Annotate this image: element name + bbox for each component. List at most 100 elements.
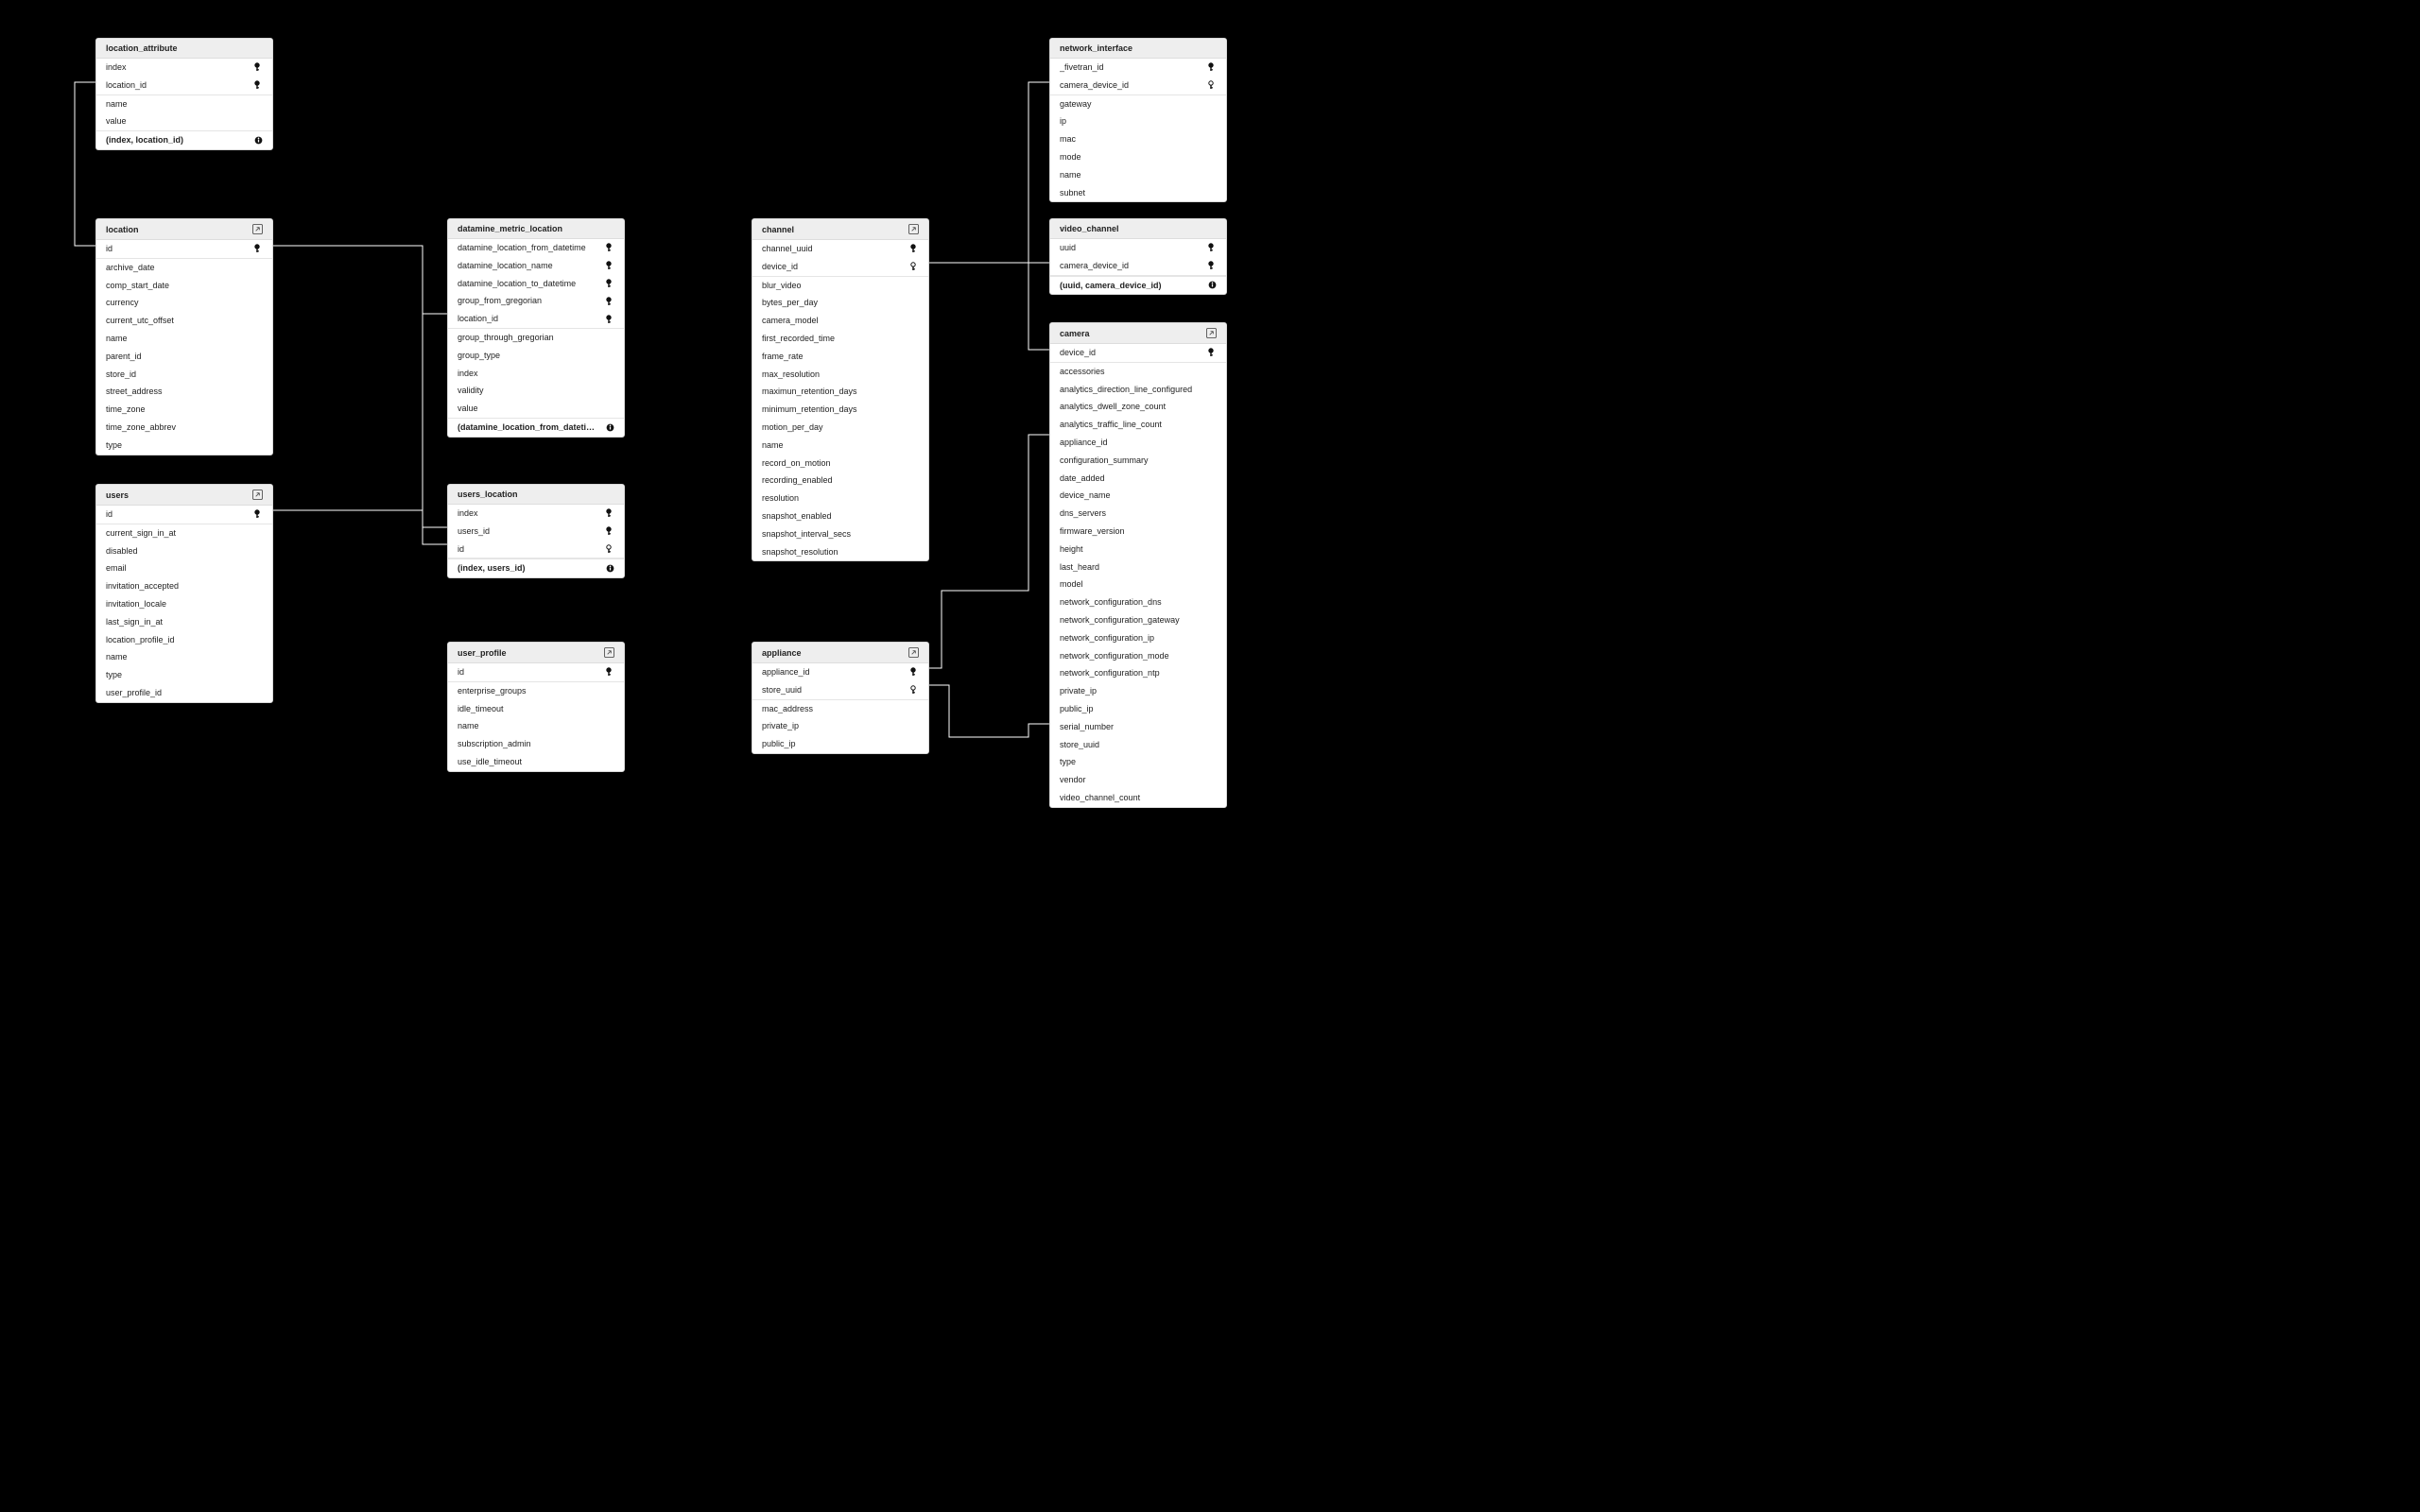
- column-row[interactable]: location_profile_id: [96, 631, 272, 649]
- column-row[interactable]: index: [96, 59, 272, 77]
- column-row[interactable]: time_zone_abbrev: [96, 419, 272, 437]
- column-row[interactable]: bytes_per_day: [752, 294, 928, 312]
- column-row[interactable]: last_heard: [1050, 558, 1226, 576]
- column-row[interactable]: network_configuration_gateway: [1050, 611, 1226, 629]
- column-row[interactable]: model: [1050, 576, 1226, 593]
- table-network_interface[interactable]: network_interface_fivetran_id camera_dev…: [1049, 38, 1227, 202]
- column-row[interactable]: id: [96, 240, 272, 259]
- column-row[interactable]: camera_device_id: [1050, 257, 1226, 276]
- column-row[interactable]: group_from_gregorian: [448, 292, 624, 310]
- column-row[interactable]: configuration_summary: [1050, 452, 1226, 470]
- column-row[interactable]: location_id: [448, 310, 624, 329]
- info-icon[interactable]: [606, 564, 614, 573]
- column-row[interactable]: channel_uuid: [752, 240, 928, 258]
- column-row[interactable]: max_resolution: [752, 366, 928, 384]
- table-users[interactable]: users id current_sign_in_atdisabledemail…: [95, 484, 273, 703]
- column-row[interactable]: public_ip: [1050, 700, 1226, 718]
- expand-icon[interactable]: [252, 490, 263, 500]
- column-row[interactable]: index: [448, 505, 624, 523]
- column-row[interactable]: id: [448, 541, 624, 559]
- table-appliance[interactable]: appliance appliance_id store_uuid mac_ad…: [752, 642, 929, 754]
- column-row[interactable]: public_ip: [752, 735, 928, 753]
- column-row[interactable]: name: [752, 437, 928, 455]
- info-icon[interactable]: [254, 136, 263, 145]
- column-row[interactable]: network_configuration_ntp: [1050, 664, 1226, 682]
- column-row[interactable]: type: [1050, 753, 1226, 771]
- column-row[interactable]: users_id: [448, 523, 624, 541]
- column-row[interactable]: device_id: [752, 258, 928, 277]
- column-row[interactable]: type: [96, 437, 272, 455]
- column-row[interactable]: street_address: [96, 383, 272, 401]
- column-row[interactable]: device_name: [1050, 487, 1226, 505]
- column-row[interactable]: name: [96, 330, 272, 348]
- column-row[interactable]: _fivetran_id: [1050, 59, 1226, 77]
- column-row[interactable]: subscription_admin: [448, 735, 624, 753]
- column-row[interactable]: type: [96, 666, 272, 684]
- column-row[interactable]: snapshot_resolution: [752, 543, 928, 561]
- column-row[interactable]: invitation_accepted: [96, 577, 272, 595]
- table-header[interactable]: appliance: [752, 643, 928, 663]
- table-channel[interactable]: channel channel_uuid device_id blur_vide…: [752, 218, 929, 561]
- column-row[interactable]: first_recorded_time: [752, 330, 928, 348]
- column-row[interactable]: store_id: [96, 366, 272, 384]
- info-icon[interactable]: [1208, 281, 1217, 289]
- column-row[interactable]: uuid: [1050, 239, 1226, 257]
- table-header[interactable]: location_attribute: [96, 39, 272, 59]
- column-row[interactable]: store_uuid: [752, 681, 928, 700]
- column-row[interactable]: mac: [1050, 130, 1226, 148]
- column-row[interactable]: time_zone: [96, 401, 272, 419]
- column-row[interactable]: gateway: [1050, 95, 1226, 113]
- column-row[interactable]: private_ip: [1050, 682, 1226, 700]
- table-datamine_metric_location[interactable]: datamine_metric_location datamine_locatio…: [447, 218, 625, 438]
- column-row[interactable]: height: [1050, 541, 1226, 558]
- column-row[interactable]: frame_rate: [752, 348, 928, 366]
- column-row[interactable]: video_channel_count: [1050, 789, 1226, 807]
- table-location[interactable]: location id archive_datecomp_start_datec…: [95, 218, 273, 455]
- table-header[interactable]: user_profile: [448, 643, 624, 663]
- column-row[interactable]: accessories: [1050, 363, 1226, 381]
- column-row[interactable]: id: [448, 663, 624, 682]
- column-row[interactable]: validity: [448, 382, 624, 400]
- table-header[interactable]: datamine_metric_location: [448, 219, 624, 239]
- table-video_channel[interactable]: video_channeluuid camera_device_id (uuid…: [1049, 218, 1227, 295]
- column-row[interactable]: disabled: [96, 542, 272, 560]
- expand-icon[interactable]: [252, 224, 263, 234]
- column-row[interactable]: currency: [96, 294, 272, 312]
- column-row[interactable]: network_configuration_dns: [1050, 593, 1226, 611]
- expand-icon[interactable]: [908, 647, 919, 658]
- column-row[interactable]: network_configuration_mode: [1050, 647, 1226, 665]
- column-row[interactable]: name: [448, 717, 624, 735]
- column-row[interactable]: invitation_locale: [96, 595, 272, 613]
- column-row[interactable]: email: [96, 559, 272, 577]
- column-row[interactable]: device_id: [1050, 344, 1226, 363]
- table-users_location[interactable]: users_locationindex users_id id (index, …: [447, 484, 625, 578]
- column-row[interactable]: user_profile_id: [96, 684, 272, 702]
- column-row[interactable]: store_uuid: [1050, 736, 1226, 754]
- column-row[interactable]: dns_servers: [1050, 505, 1226, 523]
- table-header[interactable]: users_location: [448, 485, 624, 505]
- column-row[interactable]: enterprise_groups: [448, 682, 624, 700]
- expand-icon[interactable]: [604, 647, 614, 658]
- column-row[interactable]: firmware_version: [1050, 523, 1226, 541]
- table-camera[interactable]: camera device_id accessoriesanalytics_di…: [1049, 322, 1227, 808]
- column-row[interactable]: minimum_retention_days: [752, 401, 928, 419]
- column-row[interactable]: maximun_retention_days: [752, 383, 928, 401]
- column-row[interactable]: mode: [1050, 148, 1226, 166]
- column-row[interactable]: current_utc_offset: [96, 312, 272, 330]
- column-row[interactable]: serial_number: [1050, 718, 1226, 736]
- column-row[interactable]: group_type: [448, 347, 624, 365]
- column-row[interactable]: current_sign_in_at: [96, 524, 272, 542]
- table-header[interactable]: channel: [752, 219, 928, 240]
- column-row[interactable]: mac_address: [752, 700, 928, 718]
- column-row[interactable]: vendor: [1050, 771, 1226, 789]
- column-row[interactable]: name: [96, 95, 272, 113]
- column-row[interactable]: datamine_location_name: [448, 257, 624, 275]
- column-row[interactable]: use_idle_timeout: [448, 753, 624, 771]
- column-row[interactable]: analytics_traffic_line_count: [1050, 416, 1226, 434]
- column-row[interactable]: ip: [1050, 112, 1226, 130]
- column-row[interactable]: appliance_id: [752, 663, 928, 681]
- column-row[interactable]: name: [1050, 166, 1226, 184]
- erd-canvas[interactable]: location_attributeindex location_id name…: [0, 0, 1323, 820]
- table-header[interactable]: video_channel: [1050, 219, 1226, 239]
- column-row[interactable]: id: [96, 506, 272, 524]
